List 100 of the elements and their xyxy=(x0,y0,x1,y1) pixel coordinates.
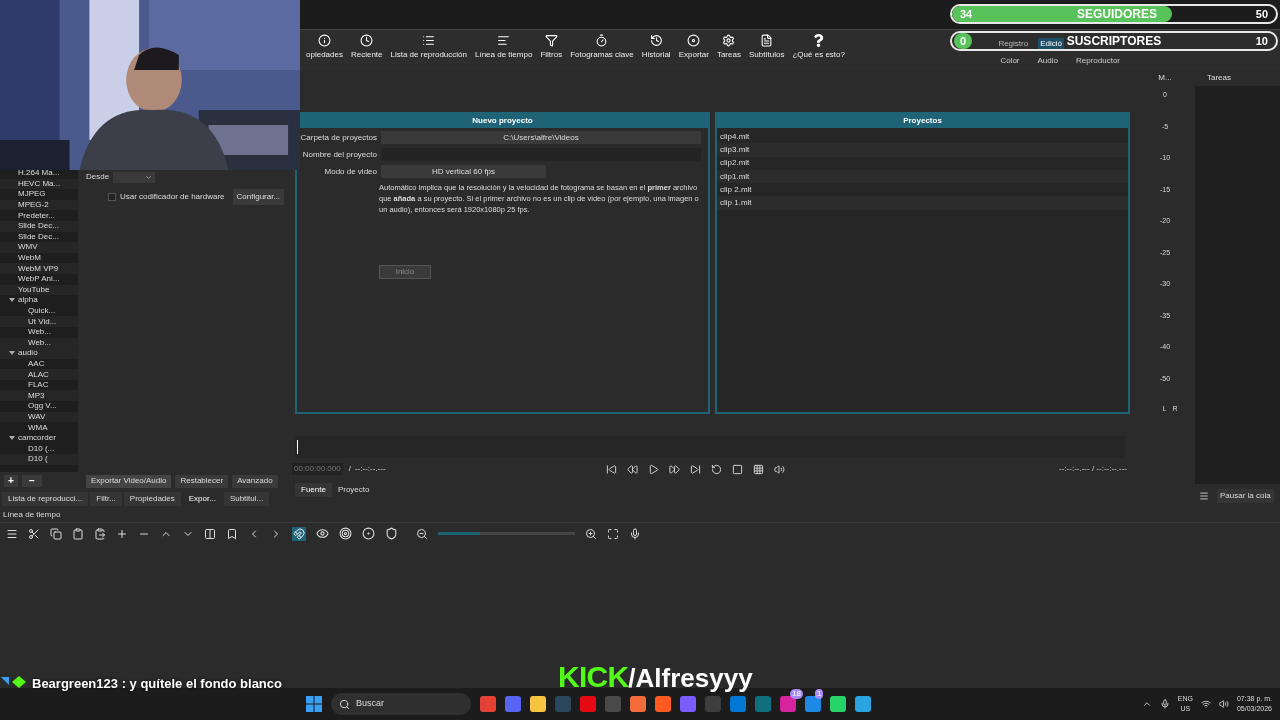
player-tab[interactable]: Proyecto xyxy=(331,483,376,497)
menu-icon[interactable] xyxy=(6,527,18,540)
mic-icon[interactable] xyxy=(1159,699,1170,709)
checkbox[interactable] xyxy=(108,193,116,201)
app-icon[interactable] xyxy=(780,696,796,712)
timecode-field[interactable]: 00:00:00.000 xyxy=(292,463,343,475)
panel-tab[interactable]: Propiedades xyxy=(123,492,181,506)
start-button: Inicio xyxy=(379,265,431,279)
ripple-icon[interactable] xyxy=(362,527,375,540)
tree-item[interactable]: MJPEG xyxy=(18,190,46,199)
add-button[interactable]: + xyxy=(4,475,18,487)
expand-caret-icon[interactable] xyxy=(9,298,15,303)
toolbar-button[interactable]: Subtítulos xyxy=(744,34,789,61)
tree-item[interactable]: WAV xyxy=(28,412,46,421)
project-item[interactable]: clip 1.mlt xyxy=(717,196,1128,210)
toolbar-button[interactable]: Filtros xyxy=(536,34,567,61)
split-icon[interactable] xyxy=(204,527,216,540)
layout-tab[interactable]: Reproductor xyxy=(1073,55,1122,67)
skip-back-icon[interactable] xyxy=(605,463,617,475)
layout-tab[interactable]: Color xyxy=(998,55,1022,67)
notification-badge: 1 xyxy=(815,689,824,699)
toolbar-button[interactable]: opiedades xyxy=(302,34,347,61)
panel-title: Tareas xyxy=(1206,72,1232,84)
copy-icon[interactable] xyxy=(50,527,62,540)
shield-icon[interactable] xyxy=(385,527,398,540)
volume-icon[interactable] xyxy=(773,463,785,475)
meter-title: M... xyxy=(1158,72,1172,84)
layout-tab[interactable]: Audio xyxy=(1035,55,1060,67)
panel-tab[interactable]: Lista de reproducci... xyxy=(2,492,89,506)
export-action-button[interactable]: Restablecer xyxy=(175,474,229,488)
remove-button[interactable]: − xyxy=(22,475,42,487)
panel-tab[interactable]: Subtitul... xyxy=(223,492,270,506)
target-icon[interactable] xyxy=(339,527,352,540)
zoom-in-icon[interactable] xyxy=(585,527,597,540)
tree-item[interactable]: camcorder xyxy=(18,434,56,443)
toolbar-button[interactable]: Fotogramas clave xyxy=(566,34,638,61)
tree-item[interactable]: WebP Ani... xyxy=(18,275,60,284)
tree-item[interactable]: D10 (... xyxy=(28,444,55,453)
zoom-out-icon[interactable] xyxy=(416,527,428,540)
tree-item[interactable]: Quick... xyxy=(28,307,56,315)
tree-item[interactable]: Ogg V... xyxy=(28,402,57,411)
tree-item[interactable]: H.264 Ma... xyxy=(18,169,60,178)
from-label: Desde xyxy=(86,171,110,183)
player-tab[interactable]: Fuente xyxy=(295,483,332,497)
goal-target: 10 xyxy=(1255,33,1268,49)
folder-field[interactable]: C:\Users\alfre\Videos xyxy=(381,131,701,144)
skip-forward-icon[interactable] xyxy=(689,463,701,475)
toolbar-button[interactable]: Línea de tiempo xyxy=(471,34,537,61)
layout-tab[interactable]: Registro xyxy=(996,38,1031,50)
toolbar-button[interactable]: Historial xyxy=(637,34,675,61)
tree-item[interactable]: AAC xyxy=(28,360,45,368)
tree-item[interactable]: WebM xyxy=(18,254,41,263)
scissors-icon[interactable] xyxy=(28,527,40,540)
notification-badge: 18 xyxy=(790,689,803,699)
rewind-icon[interactable] xyxy=(626,463,638,475)
tree-item[interactable]: MP3 xyxy=(28,391,45,400)
expand-caret-icon[interactable] xyxy=(9,351,15,356)
toolbar-button[interactable]: ¿Qué es esto? xyxy=(788,34,849,61)
tree-item[interactable]: Slide Dec... xyxy=(18,232,59,241)
configure-button[interactable]: Configurar... xyxy=(232,189,285,205)
history-icon xyxy=(649,34,663,47)
tree-item[interactable]: FLAC xyxy=(28,381,49,390)
pause-queue-button[interactable]: Pausar la cola xyxy=(1217,489,1274,503)
toolbar-button[interactable]: Tareas xyxy=(712,34,745,61)
list-icon xyxy=(422,34,436,47)
start-icon[interactable] xyxy=(306,696,322,712)
export-action-button[interactable]: Exportar Video/Audio xyxy=(86,474,172,488)
field-label: Nombre del proyecto xyxy=(301,148,377,161)
loop-icon[interactable] xyxy=(710,463,722,475)
square-icon[interactable] xyxy=(731,463,743,475)
plus-icon[interactable] xyxy=(116,527,128,540)
eye-icon[interactable] xyxy=(316,527,329,540)
marker-icon[interactable] xyxy=(226,527,238,540)
info-icon xyxy=(317,34,331,47)
tree-item[interactable]: Predeter... xyxy=(18,211,55,220)
paste-icon[interactable] xyxy=(94,527,106,540)
zoom-slider[interactable] xyxy=(438,532,575,535)
snap-icon[interactable] xyxy=(292,526,306,541)
mic-icon[interactable] xyxy=(629,527,641,540)
search-field[interactable]: Buscar xyxy=(331,693,471,715)
panel-header: Nuevo proyecto xyxy=(297,114,708,128)
tree-item[interactable]: WMA xyxy=(28,423,48,432)
clipboard-icon[interactable] xyxy=(72,527,84,540)
fast-forward-icon[interactable] xyxy=(668,463,680,475)
volume-icon[interactable] xyxy=(1218,699,1229,709)
toolbar-button[interactable]: Lista de reproducción xyxy=(386,34,471,61)
export-action-button[interactable]: Avanzado xyxy=(232,474,278,488)
toolbar-button[interactable]: Reciente xyxy=(346,34,387,61)
mode-dropdown[interactable]: HD vertical 60 fps xyxy=(381,165,546,178)
tree-item[interactable]: Web... xyxy=(28,328,51,337)
wifi-icon[interactable] xyxy=(1200,699,1211,709)
project-item[interactable]: clip3.mlt xyxy=(717,143,1128,157)
grid-icon[interactable] xyxy=(752,463,764,475)
fit-icon[interactable] xyxy=(607,527,619,540)
layout-tab[interactable]: Edició xyxy=(1038,38,1064,50)
toolbar-button[interactable]: Exportar xyxy=(674,34,713,61)
panel-tab[interactable]: Filtr... xyxy=(90,492,122,506)
play-icon[interactable] xyxy=(647,463,659,475)
tray-chevron-icon[interactable] xyxy=(1141,699,1152,709)
tree-item[interactable]: alpha xyxy=(18,296,38,305)
